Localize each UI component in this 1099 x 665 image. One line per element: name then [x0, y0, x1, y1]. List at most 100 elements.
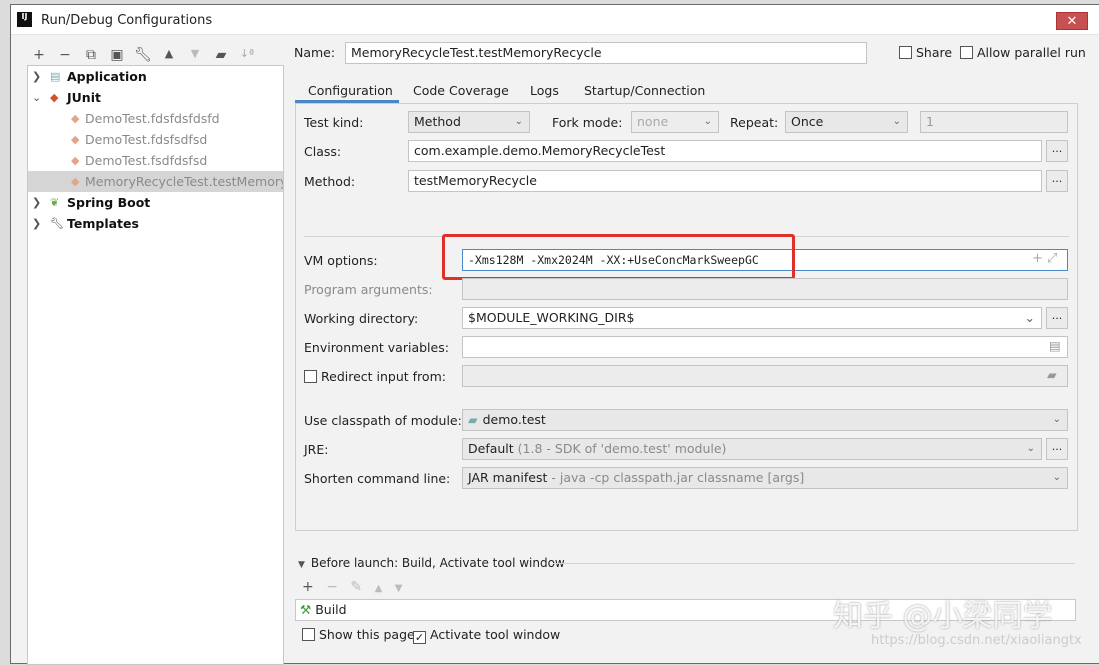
- junit-test-icon: ◆: [71, 112, 80, 125]
- tree-item-application[interactable]: ❯ ▤ Application: [28, 66, 283, 87]
- highlight-box: [442, 234, 795, 280]
- classpath-module-select[interactable]: ▰ demo.test ⌄: [462, 409, 1068, 431]
- edit-list-icon[interactable]: ▤: [1049, 338, 1061, 353]
- name-input[interactable]: MemoryRecycleTest.testMemoryRecycle: [345, 42, 867, 64]
- show-page-checkbox[interactable]: Show this page: [302, 627, 415, 642]
- sort-icon[interactable]: ↓ª: [237, 47, 257, 60]
- fork-mode-label: Fork mode:: [552, 115, 623, 130]
- tab-logs[interactable]: Logs: [530, 81, 559, 103]
- shorten-command-hint: - java -cp classpath.jar classname [args…: [551, 470, 805, 485]
- wrench-icon: 🔧︎: [50, 217, 64, 230]
- chevron-down-icon[interactable]: ⌄: [32, 87, 41, 108]
- move-up-icon[interactable]: ▲: [375, 583, 383, 594]
- share-label: Share: [916, 45, 953, 60]
- add-icon[interactable]: +: [302, 579, 314, 595]
- config-tree: ❯ ▤ Application ⌄ ◆ JUnit ◆ DemoTest.fdsfdsfd…: [27, 65, 284, 665]
- module-folder-icon: ▰: [468, 412, 478, 427]
- test-kind-select[interactable]: Method ⌄: [408, 111, 530, 133]
- jre-label: JRE:: [304, 442, 329, 457]
- chevron-right-icon[interactable]: ❯: [32, 192, 41, 213]
- chevron-right-icon[interactable]: ❯: [32, 213, 41, 234]
- browse-class-button[interactable]: ...: [1046, 140, 1068, 162]
- save-icon[interactable]: ▣: [107, 47, 127, 63]
- edit-icon[interactable]: ✎: [350, 579, 362, 595]
- working-directory-label: Working directory:: [304, 311, 419, 326]
- tree-item-templates[interactable]: ❯ 🔧︎ Templates: [28, 213, 283, 234]
- jre-hint: (1.8 - SDK of 'demo.test' module): [517, 441, 727, 456]
- share-checkbox[interactable]: Share: [899, 45, 952, 60]
- browse-method-button[interactable]: ...: [1046, 170, 1068, 192]
- remove-icon[interactable]: −: [55, 47, 75, 63]
- class-input[interactable]: com.example.demo.MemoryRecycleTest: [408, 140, 1042, 162]
- chevron-down-icon: ⌄: [514, 116, 523, 127]
- tree-item-test-selected[interactable]: ◆ MemoryRecycleTest.testMemoryRecycle: [28, 171, 283, 192]
- spring-boot-icon: ❦: [50, 196, 60, 209]
- tab-startup-connection[interactable]: Startup/Connection: [584, 81, 705, 103]
- working-directory-input[interactable]: $MODULE_WORKING_DIR$ ⌄: [462, 307, 1042, 329]
- chevron-down-icon: ⌄: [1024, 310, 1035, 325]
- tree-item-label: Spring Boot: [67, 195, 151, 210]
- tree-item-label: JUnit: [67, 90, 101, 105]
- add-icon[interactable]: + ⤢: [1032, 251, 1057, 266]
- tree-item-spring-boot[interactable]: ❯ ❦ Spring Boot: [28, 192, 283, 213]
- fork-mode-select[interactable]: none ⌄: [631, 111, 719, 133]
- repeat-count-input[interactable]: 1: [920, 111, 1068, 133]
- tab-configuration[interactable]: Configuration: [295, 81, 399, 103]
- tab-code-coverage[interactable]: Code Coverage: [413, 81, 509, 103]
- method-input[interactable]: testMemoryRecycle: [408, 170, 1042, 192]
- before-launch-title: Before launch: Build, Activate tool wind…: [310, 556, 565, 570]
- browse-directory-button[interactable]: ...: [1046, 307, 1068, 329]
- program-arguments-label: Program arguments:: [304, 282, 433, 297]
- tree-item-test[interactable]: ◆ DemoTest.fsdfdsfsd: [28, 150, 283, 171]
- chevron-down-icon: ⌄: [1026, 443, 1035, 454]
- environment-variables-label: Environment variables:: [304, 340, 449, 355]
- program-arguments-input[interactable]: [462, 278, 1068, 300]
- jre-value: Default: [468, 441, 514, 456]
- class-label: Class:: [304, 144, 342, 159]
- environment-variables-input[interactable]: [462, 336, 1068, 358]
- tree-item-test[interactable]: ◆ DemoTest.fdsfsdfsd: [28, 129, 283, 150]
- vm-options-label: VM options:: [304, 253, 378, 268]
- wrench-icon[interactable]: 🔧︎: [133, 47, 153, 63]
- before-launch-toggle[interactable]: ▼ Before launch: Build, Activate tool win…: [298, 556, 565, 570]
- junit-test-icon: ◆: [71, 133, 80, 146]
- add-icon[interactable]: +: [29, 47, 49, 63]
- shorten-command-select[interactable]: JAR manifest - java -cp classpath.jar cl…: [462, 467, 1068, 489]
- window-title: Run/Debug Configurations: [41, 13, 213, 28]
- watermark: 知乎 @小梁同学: [833, 599, 1053, 634]
- method-label: Method:: [304, 174, 356, 189]
- chevron-right-icon[interactable]: ❯: [32, 66, 41, 87]
- tree-item-junit[interactable]: ⌄ ◆ JUnit: [28, 87, 283, 108]
- tree-item-label: DemoTest.fdsfsdfsd: [85, 132, 208, 147]
- redirect-input-field[interactable]: [462, 365, 1068, 387]
- move-down-icon[interactable]: ▼: [185, 47, 205, 60]
- remove-icon[interactable]: −: [326, 579, 338, 595]
- application-icon: ▤: [50, 70, 61, 83]
- activate-tool-window-checkbox[interactable]: ✓ Activate tool window: [413, 627, 560, 644]
- move-up-icon[interactable]: ▲: [159, 47, 179, 60]
- redirect-input-label: Redirect input from:: [321, 369, 446, 384]
- allow-parallel-checkbox[interactable]: Allow parallel run: [960, 45, 1086, 60]
- tree-item-label: Application: [67, 69, 147, 84]
- list-item[interactable]: Build: [315, 602, 346, 617]
- repeat-label: Repeat:: [730, 115, 779, 130]
- classpath-module-value: demo.test: [482, 412, 546, 427]
- redirect-input-checkbox[interactable]: Redirect input from:: [304, 369, 446, 384]
- move-down-icon[interactable]: ▼: [395, 583, 403, 594]
- tree-item-label: DemoTest.fdsfdsfdsfd: [85, 111, 220, 126]
- new-folder-icon[interactable]: ▰: [211, 47, 231, 63]
- before-launch-toolbar: + − ✎ ▲ ▼: [302, 579, 402, 595]
- activate-tool-window-label: Activate tool window: [430, 627, 561, 642]
- tree-item-label: DemoTest.fsdfdsfsd: [85, 153, 208, 168]
- test-kind-label: Test kind:: [304, 115, 364, 130]
- repeat-select[interactable]: Once ⌄: [785, 111, 908, 133]
- tree-item-test[interactable]: ◆ DemoTest.fdsfdsfdsfd: [28, 108, 283, 129]
- close-button[interactable]: ✕: [1056, 12, 1088, 30]
- shorten-command-value: JAR manifest: [468, 470, 548, 485]
- folder-icon[interactable]: ▰: [1047, 367, 1057, 382]
- browse-jre-button[interactable]: ...: [1046, 438, 1068, 460]
- junit-icon: ◆: [50, 91, 59, 104]
- separator: [553, 563, 1075, 564]
- copy-icon[interactable]: ⧉: [81, 47, 101, 63]
- jre-select[interactable]: Default (1.8 - SDK of 'demo.test' module…: [462, 438, 1042, 460]
